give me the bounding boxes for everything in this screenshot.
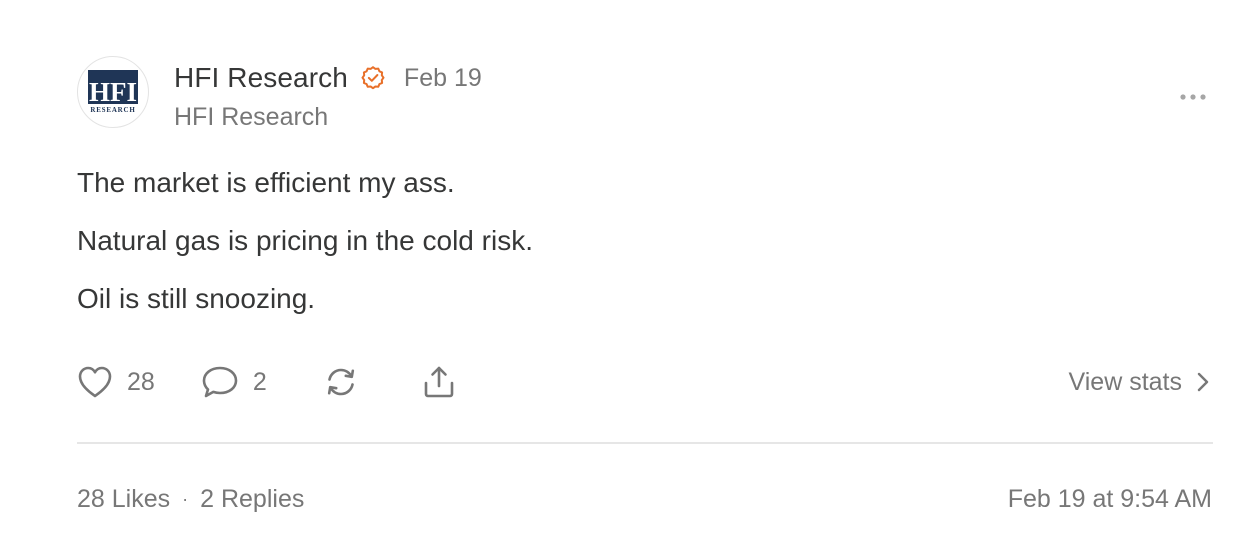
restack-icon xyxy=(327,368,354,396)
post-text-line: Natural gas is pricing in the cold risk. xyxy=(77,225,533,256)
author-name[interactable]: HFI Research xyxy=(174,62,348,94)
restack-button[interactable] xyxy=(323,364,359,400)
post-body: The market is efficient my ass. Natural … xyxy=(77,166,1197,340)
avatar-logo-subtext: RESEARCH xyxy=(90,106,135,114)
likes-summary-link[interactable]: 28 Likes xyxy=(77,485,170,514)
author-handle[interactable]: HFI Research xyxy=(174,103,328,132)
view-stats-button[interactable]: View stats xyxy=(1069,364,1210,400)
post-timestamp: Feb 19 at 9:54 AM xyxy=(1007,484,1212,513)
reply-count: 2 xyxy=(252,367,267,396)
chevron-right-icon xyxy=(1196,371,1210,393)
footer-separator: · xyxy=(182,488,189,509)
view-stats-label: View stats xyxy=(1068,367,1182,396)
speech-bubble-icon xyxy=(202,366,238,398)
post-date[interactable]: Feb 19 xyxy=(404,64,482,93)
author-line: HFI Research Feb 19 xyxy=(174,60,482,96)
share-icon xyxy=(424,366,454,398)
post-text-line: Oil is still snoozing. xyxy=(77,283,316,314)
like-count: 28 xyxy=(127,367,155,396)
replies-summary-link[interactable]: 2 Replies xyxy=(200,485,304,514)
divider xyxy=(77,442,1213,444)
ellipsis-icon xyxy=(1180,94,1206,100)
hfi-research-logo: HFI RESEARCH xyxy=(88,70,138,114)
avatar-logo-text: HFI xyxy=(89,77,137,107)
like-button[interactable]: 28 xyxy=(77,365,155,399)
verified-badge-icon xyxy=(360,65,386,91)
post-text-line: The market is efficient my ass. xyxy=(77,167,455,198)
heart-icon xyxy=(78,366,112,398)
share-button[interactable] xyxy=(421,364,457,400)
action-bar: 28 2 xyxy=(77,362,457,402)
engagement-summary: 28 Likes · 2 Replies xyxy=(77,482,304,516)
more-options-button[interactable] xyxy=(1174,84,1212,110)
avatar[interactable]: HFI RESEARCH xyxy=(77,56,149,128)
reply-button[interactable]: 2 xyxy=(201,364,267,400)
